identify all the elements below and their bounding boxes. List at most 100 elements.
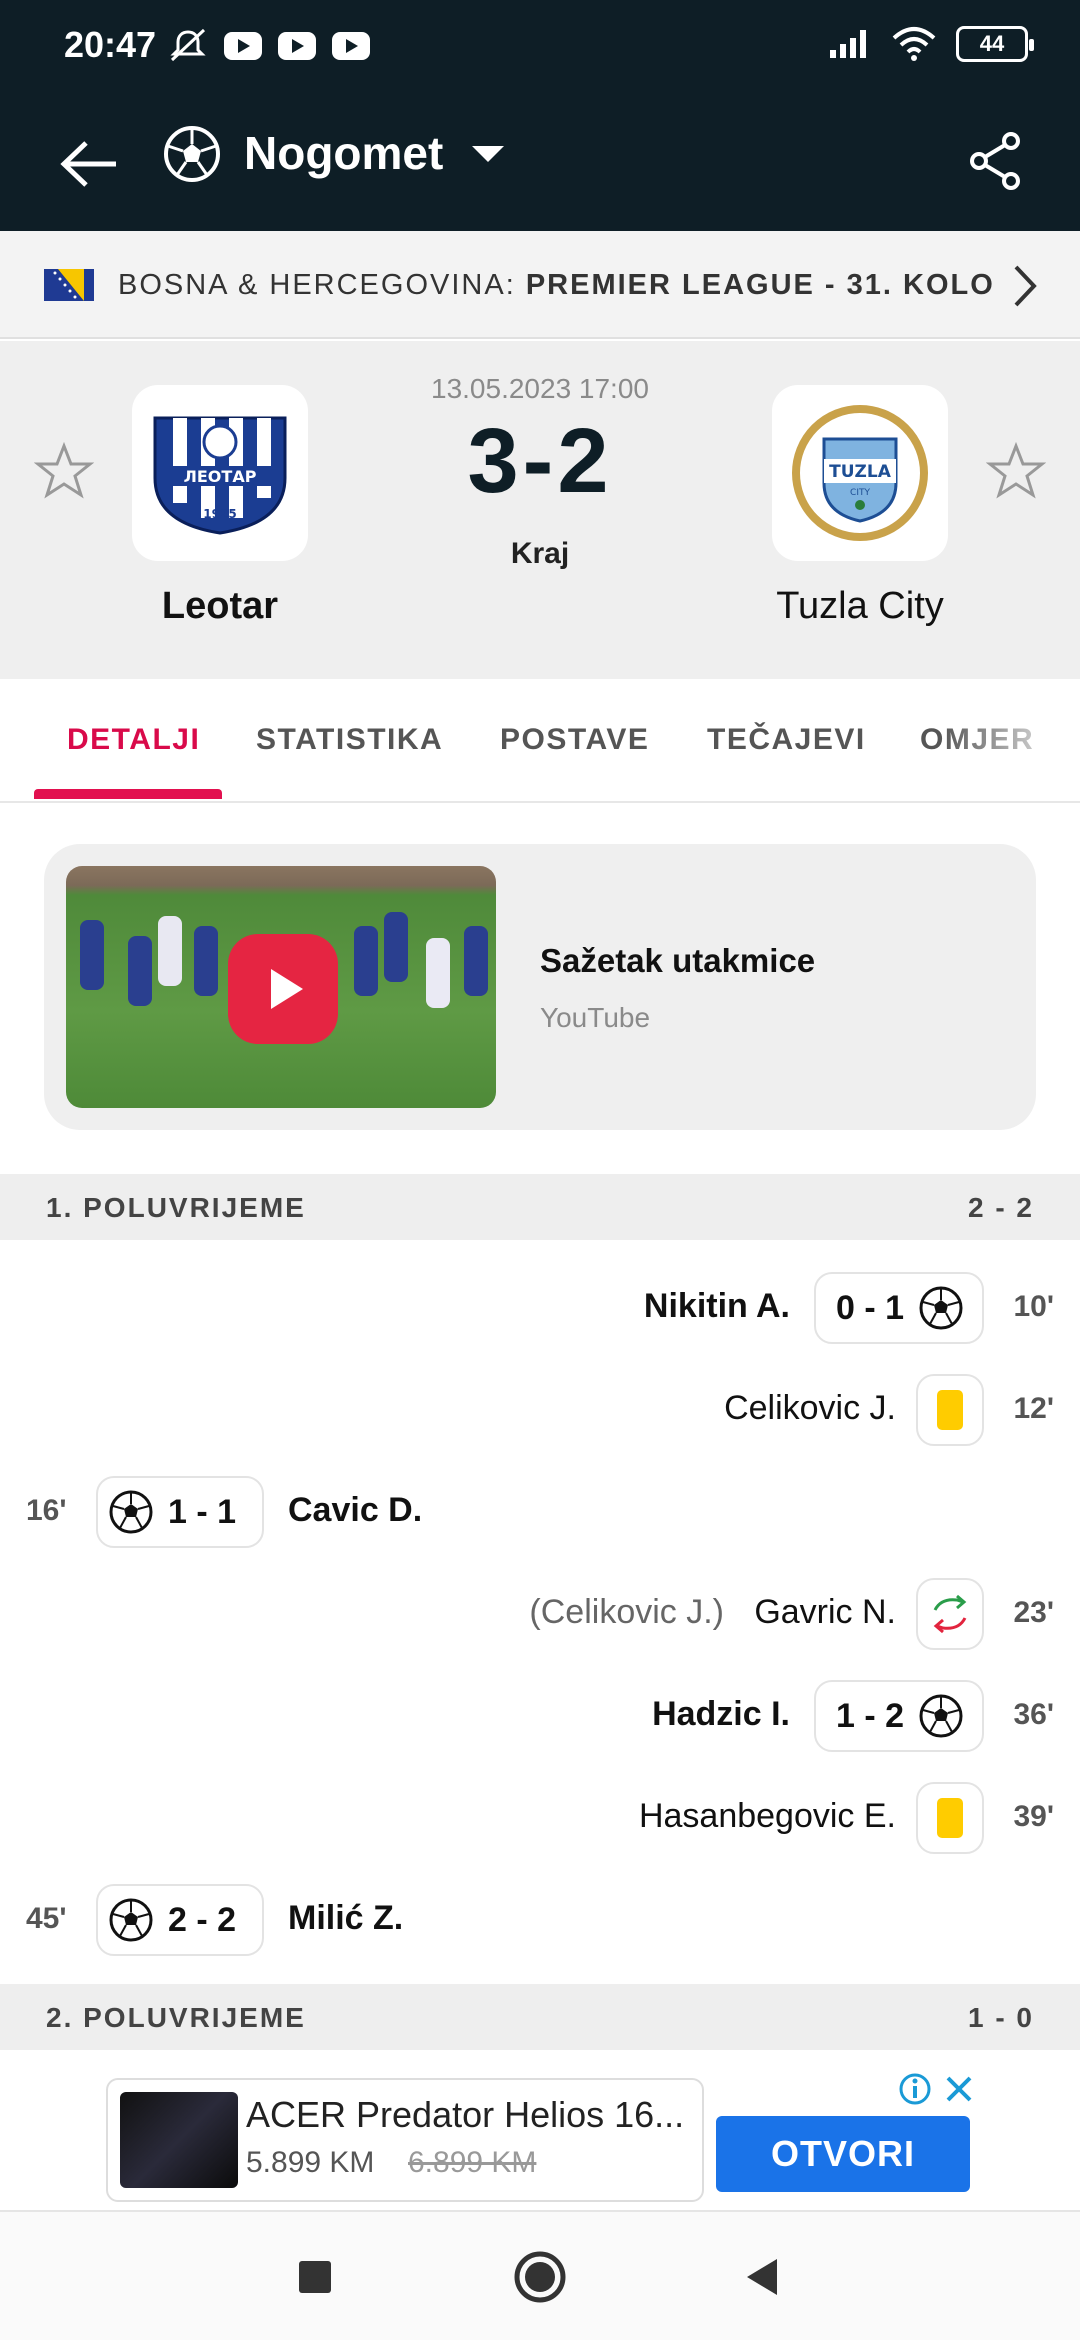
event-player[interactable]: Milić Z. bbox=[288, 1899, 403, 1938]
home-logo-year: 1925 bbox=[203, 507, 236, 521]
first-half-score: 2 - 2 bbox=[967, 1192, 1034, 1223]
match-tabs: DETALJI STATISTIKA POSTAVE TEČAJEVI OMJE… bbox=[0, 679, 1080, 803]
ad-price: 5.899 KM bbox=[246, 2146, 375, 2179]
second-half-label: 2. POLUVRIJEME bbox=[46, 2002, 306, 2033]
home-team-logo[interactable]: ЛЕОТАР 1925 bbox=[132, 385, 308, 561]
status-bar: 20:47 44 bbox=[0, 0, 1080, 96]
signal-icon bbox=[830, 30, 866, 58]
video-thumbnail[interactable] bbox=[66, 866, 496, 1108]
yellow-card-icon bbox=[937, 1390, 963, 1430]
event-row: Hasanbegovic E. 39' bbox=[0, 1782, 1080, 1854]
league-competition: PREMIER LEAGUE - 31. KOLO bbox=[525, 269, 995, 301]
ad-banner: ACER Predator Helios 16... 5.899 KM 6.89… bbox=[0, 2070, 1080, 2210]
away-logo-sub: CITY bbox=[850, 488, 870, 498]
back-button[interactable] bbox=[50, 124, 130, 204]
away-team-logo[interactable]: TUZLA CITY bbox=[772, 385, 948, 561]
favorite-home-star-icon[interactable] bbox=[34, 441, 94, 501]
back-nav-button[interactable] bbox=[726, 2242, 796, 2312]
triangle-back-icon bbox=[747, 2259, 777, 2295]
yellow-card-box bbox=[916, 1782, 984, 1854]
yellow-card-box bbox=[916, 1374, 984, 1446]
away-logo-text: TUZLA bbox=[829, 462, 892, 482]
youtube-icon bbox=[332, 32, 370, 60]
event-score: 0 - 1 bbox=[836, 1288, 905, 1327]
app-bar: Nogomet bbox=[0, 96, 1080, 231]
share-icon bbox=[970, 132, 1020, 190]
event-row: 45' 2 - 2 Milić Z. bbox=[0, 1884, 1080, 1956]
ad-title: ACER Predator Helios 16... bbox=[246, 2094, 685, 2135]
chevron-down-icon[interactable] bbox=[472, 146, 504, 162]
event-row: Celikovic J. 12' bbox=[0, 1374, 1080, 1446]
highlight-source: YouTube bbox=[540, 1002, 651, 1033]
ad-product-card[interactable]: ACER Predator Helios 16... 5.899 KM 6.89… bbox=[106, 2078, 704, 2202]
event-row: 16' 1 - 1 Cavic D. bbox=[0, 1476, 1080, 1548]
ad-info-icon[interactable] bbox=[898, 2072, 932, 2106]
second-half-header: 2. POLUVRIJEME 1 - 0 bbox=[0, 1984, 1080, 2050]
recents-button[interactable] bbox=[280, 2242, 350, 2312]
battery-indicator: 44 bbox=[956, 26, 1034, 62]
tabs-fade bbox=[940, 679, 1080, 799]
event-minute: 12' bbox=[1013, 1392, 1054, 1425]
home-team-name[interactable]: Leotar bbox=[70, 585, 370, 628]
home-circle-icon bbox=[514, 2251, 566, 2303]
bosnia-flag-icon bbox=[44, 269, 94, 301]
match-date: 13.05.2023 17:00 bbox=[431, 373, 649, 404]
event-player[interactable]: Hasanbegovic E. bbox=[639, 1797, 896, 1836]
arrow-left-icon bbox=[60, 141, 116, 187]
play-button[interactable] bbox=[228, 934, 338, 1044]
event-player[interactable]: Gavric N. bbox=[754, 1593, 896, 1632]
event-row: Hadzic I. 1 - 2 36' bbox=[0, 1680, 1080, 1752]
system-icons: 44 bbox=[828, 26, 1034, 62]
highlight-video-card[interactable]: Sažetak utakmice YouTube bbox=[44, 844, 1036, 1130]
ad-open-button[interactable]: OTVORI bbox=[716, 2116, 970, 2192]
ad-close-icon[interactable] bbox=[942, 2072, 976, 2106]
event-minute: 10' bbox=[1013, 1290, 1054, 1323]
substitution-box bbox=[916, 1578, 984, 1650]
soccer-ball-icon bbox=[109, 1898, 153, 1942]
sport-selector-title[interactable]: Nogomet bbox=[244, 126, 443, 180]
league-bar[interactable]: BOSNA & HERCEGOVINA: PREMIER LEAGUE - 31… bbox=[0, 231, 1080, 339]
substitution-icon bbox=[933, 1594, 967, 1634]
first-half-label: 1. POLUVRIJEME bbox=[46, 1192, 306, 1223]
event-player[interactable]: Celikovic J. bbox=[724, 1389, 896, 1428]
favorite-away-star-icon[interactable] bbox=[986, 441, 1046, 501]
event-minute: 16' bbox=[26, 1494, 67, 1527]
event-minute: 36' bbox=[1013, 1698, 1054, 1731]
goal-score-pill: 1 - 2 bbox=[814, 1680, 984, 1752]
chevron-right-icon bbox=[1014, 265, 1037, 307]
soccer-ball-icon bbox=[919, 1286, 963, 1330]
leotar-crest-icon: ЛЕОТАР 1925 bbox=[153, 416, 287, 535]
match-header: ЛЕОТАР 1925 Leotar 13.05.2023 17:00 3-2 … bbox=[0, 341, 1080, 679]
league-name: BOSNA & HERCEGOVINA: PREMIER LEAGUE - 31… bbox=[118, 269, 995, 302]
active-tab-indicator bbox=[34, 789, 222, 799]
soccer-ball-icon bbox=[919, 1694, 963, 1738]
yellow-card-icon bbox=[937, 1798, 963, 1838]
tab-tecajevi[interactable]: TEČAJEVI bbox=[707, 723, 866, 757]
home-logo-text: ЛЕОТАР bbox=[184, 467, 257, 486]
tab-detalji[interactable]: DETALJI bbox=[67, 723, 200, 757]
square-icon bbox=[299, 2261, 331, 2293]
event-player[interactable]: Cavic D. bbox=[288, 1491, 422, 1530]
event-player[interactable]: Nikitin A. bbox=[644, 1287, 790, 1326]
match-status: Kraj bbox=[510, 537, 570, 570]
second-half-score: 1 - 0 bbox=[967, 2002, 1034, 2033]
highlight-title: Sažetak utakmice bbox=[540, 942, 816, 979]
tab-statistika[interactable]: STATISTIKA bbox=[256, 723, 443, 757]
share-button[interactable] bbox=[950, 116, 1040, 206]
wifi-icon bbox=[892, 27, 936, 61]
event-minute: 23' bbox=[1013, 1596, 1054, 1629]
match-score: 3-2 bbox=[467, 410, 613, 512]
event-score: 1 - 2 bbox=[836, 1696, 905, 1735]
tab-postave[interactable]: POSTAVE bbox=[500, 723, 649, 757]
youtube-icon bbox=[224, 32, 262, 60]
event-substitute-out[interactable]: (Celikovic J.) bbox=[529, 1593, 724, 1632]
away-team-name[interactable]: Tuzla City bbox=[710, 585, 1010, 628]
event-score: 2 - 2 bbox=[168, 1900, 237, 1939]
goal-score-pill: 2 - 2 bbox=[96, 1884, 264, 1956]
home-button[interactable] bbox=[505, 2242, 575, 2312]
ad-old-price: 6.899 KM bbox=[408, 2146, 537, 2179]
system-nav-bar bbox=[0, 2210, 1080, 2340]
event-score: 1 - 1 bbox=[168, 1492, 237, 1531]
league-country: BOSNA & HERCEGOVINA: bbox=[118, 269, 516, 301]
event-player[interactable]: Hadzic I. bbox=[652, 1695, 790, 1734]
